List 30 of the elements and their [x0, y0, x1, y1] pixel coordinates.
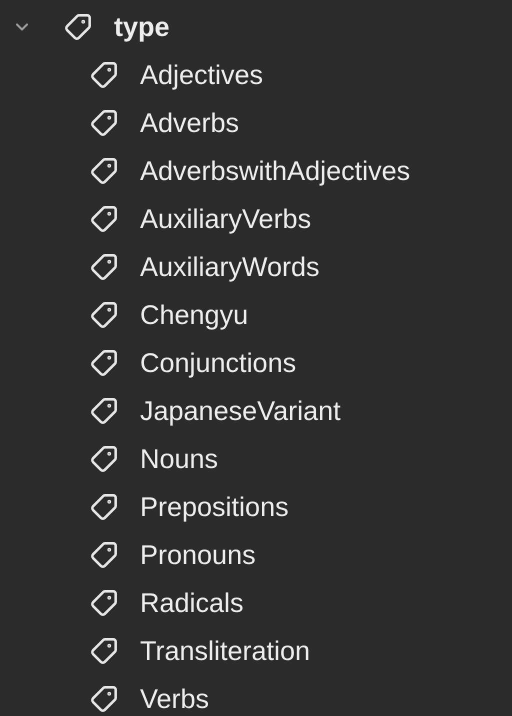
tag-icon [90, 61, 118, 89]
tag-icon [90, 541, 118, 569]
tree-item[interactable]: type [114, 6, 170, 48]
tree-item[interactable]: AuxiliaryVerbs [140, 198, 312, 240]
tag-icon [90, 349, 118, 377]
tag-icon [64, 13, 92, 41]
tag-icon [90, 109, 118, 137]
tag-icon [90, 205, 118, 233]
tree-item[interactable]: Conjunctions [140, 342, 296, 384]
tree-item[interactable]: Adverbs [140, 102, 240, 144]
tree-item[interactable]: Prepositions [140, 486, 289, 528]
tag-icon [90, 637, 118, 665]
tree-item[interactable]: Radicals [140, 582, 244, 624]
tag-icon [90, 301, 118, 329]
tree-item[interactable]: AdverbswithAdjectives [140, 150, 410, 192]
tag-icon [90, 589, 118, 617]
tree-item[interactable]: AuxiliaryWords [140, 246, 320, 288]
tree-item[interactable]: Verbs [140, 678, 210, 716]
tag-icon [90, 157, 118, 185]
tree-item[interactable]: JapaneseVariant [140, 390, 341, 432]
tree-item[interactable]: Pronouns [140, 534, 256, 576]
tree-item[interactable]: Chengyu [140, 294, 248, 336]
tag-icon [90, 253, 118, 281]
tag-icon [90, 493, 118, 521]
tag-icon [90, 397, 118, 425]
tag-icon [90, 445, 118, 473]
tree-item[interactable]: Adjectives [140, 54, 264, 96]
tree-item[interactable]: Transliteration [140, 630, 310, 672]
tree-item[interactable]: Nouns [140, 438, 218, 480]
tag-icon [90, 685, 118, 713]
